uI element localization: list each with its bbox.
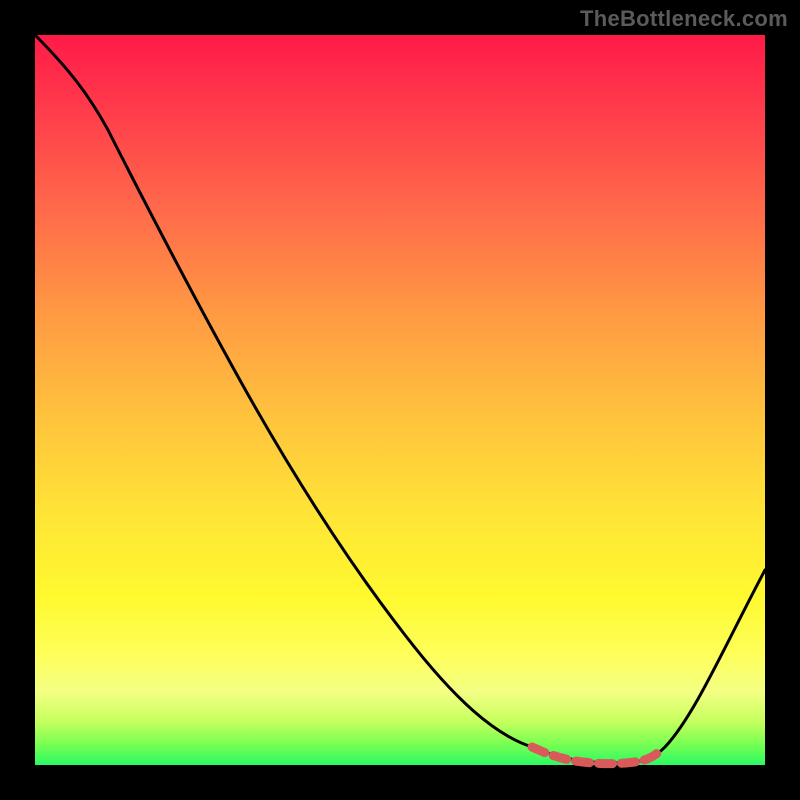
plot-area [35,35,765,765]
bottleneck-curve [35,35,765,763]
watermark-text: TheBottleneck.com [580,6,788,32]
chart-frame: TheBottleneck.com [0,0,800,800]
chart-svg [35,35,765,765]
optimal-band [532,747,662,764]
